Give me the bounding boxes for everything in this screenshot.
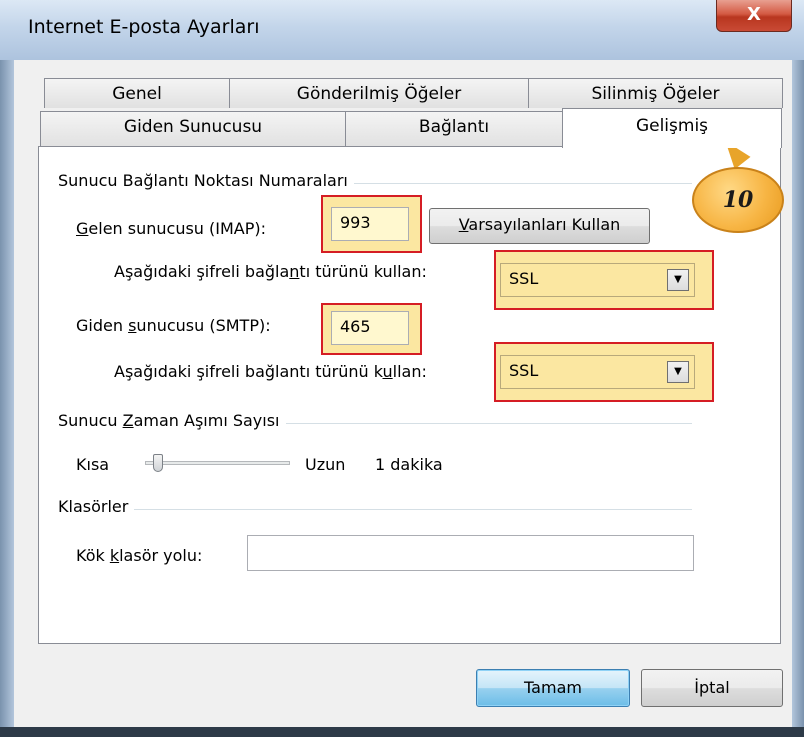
- chevron-down-icon[interactable]: ▼: [667, 269, 689, 291]
- root-folder-input[interactable]: [247, 535, 694, 571]
- tab-baglanti[interactable]: Bağlantı: [345, 111, 563, 147]
- ok-button[interactable]: Tamam: [476, 669, 630, 707]
- smtp-encryption-select[interactable]: SSL: [500, 355, 695, 389]
- chevron-down-icon[interactable]: ▼: [667, 361, 689, 383]
- close-button[interactable]: X: [716, 0, 792, 32]
- tab-gelismis[interactable]: Gelişmiş: [562, 108, 782, 148]
- imap-encryption-select[interactable]: SSL: [500, 263, 695, 297]
- use-defaults-button[interactable]: Varsayılanları Kullan: [429, 208, 650, 244]
- timeout-slider-track[interactable]: [145, 461, 290, 465]
- timeout-value: 1 dakika: [375, 455, 443, 474]
- imap-port-input[interactable]: 993: [331, 207, 409, 241]
- root-folder-label: Kök klasör yolu:: [76, 546, 203, 565]
- smtp-label: Giden sunucusu (SMTP):: [76, 316, 271, 335]
- imap-label: Gelen sunucusu (IMAP):: [76, 219, 267, 238]
- group-title-timeout: Sunucu Zaman Aşımı Sayısı: [58, 411, 286, 430]
- tab-giden-sunucusu[interactable]: Giden Sunucusu: [40, 111, 346, 147]
- window-frame-left: [0, 60, 14, 737]
- window-frame-right: [792, 60, 804, 737]
- timeout-long-label: Uzun: [305, 455, 346, 474]
- tab-gonderilmis-ogeler[interactable]: Gönderilmiş Öğeler: [229, 78, 529, 108]
- imap-encryption-label: Aşağıdaki şifreli bağlantı türünü kullan…: [114, 262, 427, 281]
- tab-silinmis-ogeler[interactable]: Silinmiş Öğeler: [528, 78, 783, 108]
- group-separator: [60, 509, 692, 510]
- group-title-folders: Klasörler: [58, 497, 135, 516]
- cancel-button[interactable]: İptal: [641, 669, 783, 707]
- step-number-badge: 10: [692, 167, 784, 233]
- smtp-encryption-label: Aşağıdaki şifreli bağlantı türünü kullan…: [114, 362, 427, 381]
- timeout-short-label: Kısa: [76, 455, 110, 474]
- group-title-ports: Sunucu Bağlantı Noktası Numaraları: [58, 171, 354, 190]
- timeout-slider-thumb[interactable]: [153, 454, 163, 472]
- window-frame-bottom: [0, 727, 804, 737]
- window-title: Internet E-posta Ayarları: [28, 16, 260, 38]
- smtp-port-input[interactable]: 465: [331, 311, 409, 345]
- tab-genel[interactable]: Genel: [44, 78, 230, 108]
